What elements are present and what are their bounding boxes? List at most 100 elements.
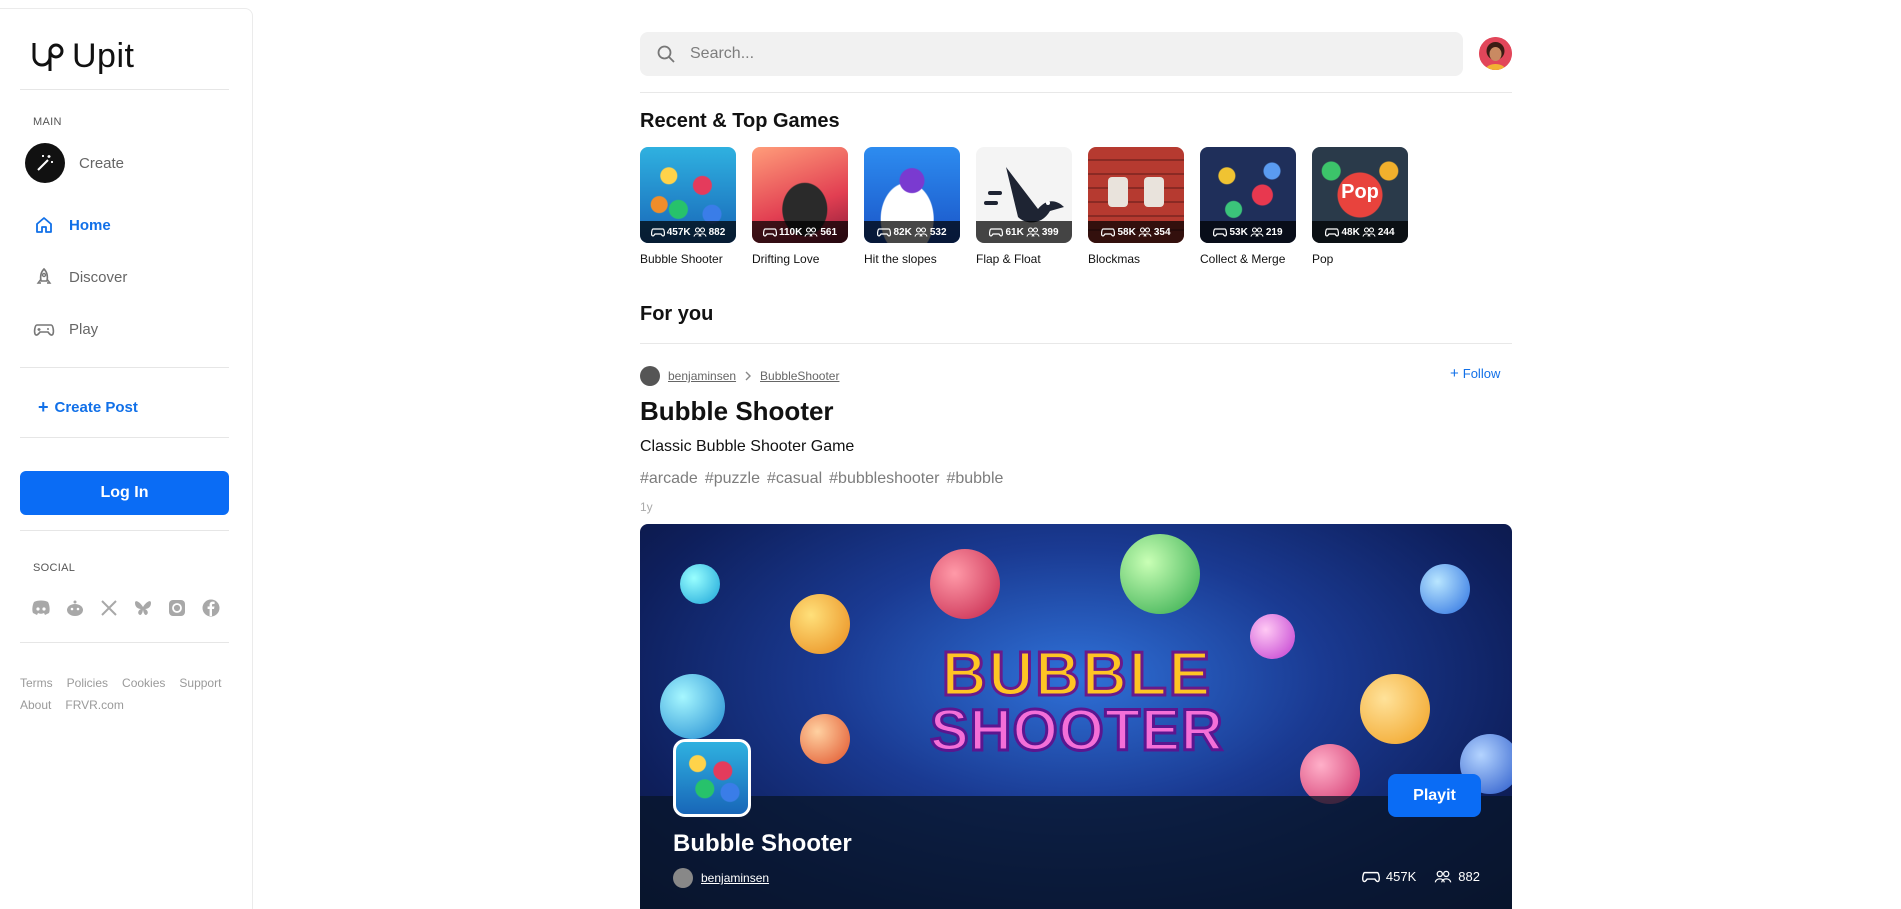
follow-button[interactable]: + Follow (1450, 366, 1500, 381)
post-age: 1y (640, 500, 653, 514)
reddit-icon[interactable] (64, 597, 86, 619)
footer-link-terms[interactable]: Terms (20, 676, 53, 690)
game-players: 354 (1153, 226, 1171, 238)
footer-link-support[interactable]: Support (179, 676, 221, 690)
post-channel-link[interactable]: BubbleShooter (760, 369, 839, 383)
game-thumbnail: 457K 882 (640, 147, 736, 243)
sidebar-item-discover[interactable]: Discover (33, 266, 127, 288)
game-card[interactable]: 110K 561 Drifting Love (752, 147, 848, 266)
footer-link-frvr[interactable]: FRVR.com (65, 698, 123, 712)
gamepad-icon (1213, 228, 1228, 237)
sidebar: Upit MAIN Create Home Discover Play + Cr… (0, 8, 253, 909)
play-button[interactable]: Playit (1388, 774, 1481, 817)
gamepad-icon (1101, 228, 1116, 237)
divider (20, 437, 229, 438)
divider (640, 343, 1512, 344)
divider (640, 92, 1512, 93)
game-card[interactable]: 53K 219 Collect & Merge (1200, 147, 1296, 266)
game-plays: 61K (1005, 226, 1024, 238)
game-name: Collect & Merge (1200, 252, 1286, 266)
game-thumbnail: 58K 354 (1088, 147, 1184, 243)
plus-icon: + (1450, 365, 1459, 382)
tag[interactable]: #arcade (640, 470, 698, 488)
game-plays: 53K (1229, 226, 1248, 238)
game-thumbnail: 110K 561 (752, 147, 848, 243)
gamepad-icon (762, 228, 777, 237)
hero-stats: 457K 882 (1361, 869, 1480, 884)
author-avatar[interactable] (673, 868, 693, 888)
players-icon (804, 227, 818, 237)
section-title-for-you: For you (640, 303, 714, 325)
tag[interactable]: #bubble (946, 470, 1003, 488)
game-name: Drifting Love (752, 252, 820, 266)
x-icon[interactable] (98, 597, 120, 619)
post-author-link[interactable]: benjaminsen (668, 369, 736, 383)
gamepad-icon (989, 228, 1004, 237)
create-post-button[interactable]: + Create Post (38, 398, 138, 416)
game-stats: 82K 532 (864, 221, 960, 243)
gamepad-icon (877, 228, 892, 237)
game-players: 399 (1041, 226, 1059, 238)
avatar[interactable] (1479, 37, 1512, 70)
game-players: 219 (1265, 226, 1283, 238)
sidebar-item-home[interactable]: Home (33, 214, 111, 236)
discord-icon[interactable] (30, 597, 52, 619)
post-title[interactable]: Bubble Shooter (640, 396, 834, 427)
game-stats: 457K 882 (640, 221, 736, 243)
game-card[interactable]: 61K 399 Flap & Float (976, 147, 1072, 266)
game-card[interactable]: 82K 532 Hit the slopes (864, 147, 960, 266)
game-plays: 110K (778, 226, 803, 238)
game-players: 244 (1377, 226, 1395, 238)
game-card[interactable]: 58K 354 Blockmas (1088, 147, 1184, 266)
hero-plays-value: 457K (1385, 869, 1417, 884)
game-icon (673, 739, 751, 817)
create-post-label: Create Post (54, 398, 138, 416)
chevron-right-icon (745, 371, 752, 381)
hero-players-value: 882 (1458, 869, 1480, 884)
hero-author-link[interactable]: benjaminsen (701, 871, 769, 885)
game-name: Bubble Shooter (640, 252, 723, 266)
divider (20, 367, 229, 368)
sidebar-item-label: Play (69, 320, 99, 338)
hero-players: 882 (1434, 869, 1480, 884)
tag[interactable]: #casual (767, 470, 822, 488)
game-hero-banner[interactable]: BUBBLE SHOOTER Bubble Shooter benjaminse… (640, 524, 1512, 909)
search-icon (657, 45, 675, 63)
footer-link-about[interactable]: About (20, 698, 51, 712)
upit-logo[interactable]: Upit (30, 37, 134, 76)
game-card[interactable]: 457K 882 Bubble Shooter (640, 147, 736, 266)
game-plays: 58K (1117, 226, 1136, 238)
tag[interactable]: #bubbleshooter (829, 470, 939, 488)
instagram-icon[interactable] (166, 597, 188, 619)
game-players: 561 (820, 226, 838, 238)
tag[interactable]: #puzzle (705, 470, 760, 488)
search-bar[interactable] (640, 32, 1463, 76)
game-thumbnail: Pop 48K 244 (1312, 147, 1408, 243)
footer-link-policies[interactable]: Policies (67, 676, 108, 690)
players-icon (1026, 227, 1040, 237)
section-title-recent: Recent & Top Games (640, 110, 840, 132)
game-thumbnail: 61K 399 (976, 147, 1072, 243)
sidebar-item-create[interactable]: Create (25, 143, 124, 183)
facebook-icon[interactable] (200, 597, 222, 619)
players-icon (1138, 227, 1152, 237)
gamepad-icon (1361, 871, 1380, 883)
bluesky-icon[interactable] (132, 597, 154, 619)
section-main-label: MAIN (33, 116, 62, 128)
game-stats: 58K 354 (1088, 221, 1184, 243)
hero-game-name: Bubble Shooter (673, 830, 852, 857)
search-input[interactable] (690, 45, 1410, 63)
gamepad-icon (33, 318, 55, 340)
game-thumbnail: 82K 532 (864, 147, 960, 243)
author-avatar[interactable] (640, 366, 660, 386)
game-plays: 457K (666, 226, 691, 238)
game-card[interactable]: Pop 48K 244 Pop (1312, 147, 1408, 266)
divider (20, 530, 229, 531)
players-icon (914, 227, 928, 237)
game-plays: 82K (893, 226, 912, 238)
footer-links: Terms Policies Cookies Support About FRV… (20, 676, 230, 712)
footer-link-cookies[interactable]: Cookies (122, 676, 165, 690)
sidebar-item-play[interactable]: Play (33, 318, 98, 340)
players-icon (1250, 227, 1264, 237)
login-button[interactable]: Log In (20, 471, 229, 515)
